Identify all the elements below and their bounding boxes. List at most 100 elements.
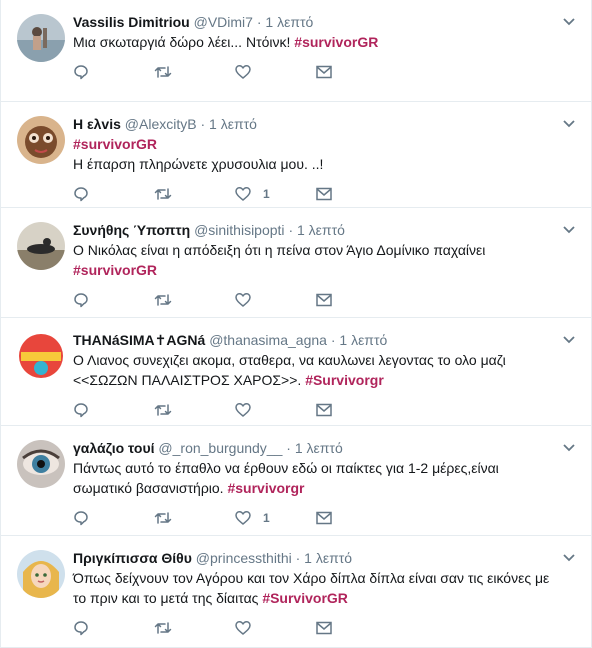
reply-button[interactable] (73, 290, 154, 310)
tweet[interactable]: Vassilis Dimitriou @VDimi7 · 1 λεπτό Μια… (1, 0, 591, 102)
envelope-icon (316, 403, 332, 417)
timestamp[interactable]: 1 λεπτό (304, 550, 352, 566)
like-button[interactable] (235, 62, 316, 82)
tweet-text: #survivorGR Η έπαρση πληρώνετε χρυσουλια… (73, 134, 559, 174)
reply-button[interactable] (73, 62, 154, 82)
direct-message-button[interactable] (316, 400, 397, 420)
tweet-header: Vassilis Dimitriou @VDimi7 · 1 λεπτό (73, 12, 559, 32)
separator: · (330, 332, 336, 348)
tweet-text-part: <<ΣΩΖΩΝ ΠΑΛΑΙΣΤΡΟΣ ΧΑΡΟΣ>>. (73, 372, 306, 388)
avatar[interactable] (17, 222, 65, 270)
retweet-icon (154, 404, 172, 416)
separator: · (288, 222, 294, 238)
timestamp[interactable]: 1 λεπτό (209, 116, 257, 132)
reply-button[interactable] (73, 400, 154, 420)
retweet-button[interactable] (154, 618, 235, 638)
retweet-icon (154, 66, 172, 78)
username[interactable]: @sinithisipopti (194, 222, 284, 238)
tweet[interactable]: Η ελvis @AlexcityB · 1 λεπτό #survivorGR… (1, 102, 591, 208)
tweet-text-part: Μια σκωταργιά δώρο λέει... Ντόινκ! (73, 34, 295, 50)
display-name[interactable]: THANáSIMA✝AGNá (73, 332, 205, 348)
avatar[interactable] (17, 550, 65, 598)
username[interactable]: @_ron_burgundy__ (158, 440, 282, 456)
tweet-text-part: Ο Νικόλας είναι η απόδειξη ότι η πείνα σ… (73, 242, 486, 258)
timestamp[interactable]: 1 λεπτό (295, 440, 343, 456)
like-button[interactable] (235, 618, 316, 638)
direct-message-button[interactable] (316, 184, 397, 204)
username[interactable]: @thanasima_agna (209, 332, 327, 348)
display-name[interactable]: Πριγκίπισσα Θίθυ (73, 550, 192, 566)
hashtag-link[interactable]: #Survivorgr (305, 372, 384, 388)
retweet-button[interactable] (154, 290, 235, 310)
tweet-header: Πριγκίπισσα Θίθυ @princessthithi · 1 λεπ… (73, 548, 559, 568)
retweet-button[interactable] (154, 184, 235, 204)
reply-button[interactable] (73, 508, 154, 528)
reply-button[interactable] (73, 618, 154, 638)
reply-button[interactable] (73, 184, 154, 204)
like-button[interactable]: 1 (235, 508, 316, 528)
chevron-down-icon[interactable] (561, 14, 577, 30)
hashtag-link[interactable]: #survivorGR (294, 34, 378, 50)
chevron-down-icon[interactable] (561, 116, 577, 132)
like-button[interactable] (235, 400, 316, 420)
username[interactable]: @VDimi7 (194, 14, 253, 30)
tweet-text: Ο Λιανος συνεχιζει ακομα, σταθερα, να κα… (73, 350, 559, 390)
tweet-actions: 1 (73, 498, 559, 538)
envelope-icon (316, 65, 332, 79)
timestamp[interactable]: 1 λεπτό (297, 222, 345, 238)
like-button[interactable] (235, 290, 316, 310)
chevron-down-icon[interactable] (561, 222, 577, 238)
retweet-icon (154, 188, 172, 200)
hashtag-link[interactable]: #SurvivorGR (262, 590, 348, 606)
tweet-text: Μια σκωταργιά δώρο λέει... Ντόινκ! #surv… (73, 32, 559, 52)
avatar[interactable] (17, 332, 65, 380)
tweet-header: Η ελvis @AlexcityB · 1 λεπτό (73, 114, 559, 134)
username[interactable]: @princessthithi (196, 550, 292, 566)
retweet-button[interactable] (154, 62, 235, 82)
tweet[interactable]: THANáSIMA✝AGNá @thanasima_agna · 1 λεπτό… (1, 318, 591, 426)
hashtag-link[interactable]: #survivorGR (73, 136, 157, 152)
retweet-button[interactable] (154, 508, 235, 528)
timestamp[interactable]: 1 λεπτό (339, 332, 387, 348)
separator: · (256, 14, 262, 30)
tweet-text-part: Ο Λιανος συνεχιζει ακομα, σταθερα, να κα… (73, 352, 506, 368)
tweet-actions (73, 390, 559, 430)
reply-icon (74, 187, 88, 202)
chevron-down-icon[interactable] (561, 332, 577, 348)
tweet[interactable]: γαλάζιο τουί @_ron_burgundy__ · 1 λεπτό … (1, 426, 591, 536)
hashtag-link[interactable]: #survivorgr (227, 480, 304, 496)
avatar[interactable] (17, 116, 65, 164)
retweet-button[interactable] (154, 400, 235, 420)
tweet-text: Ο Νικόλας είναι η απόδειξη ότι η πείνα σ… (73, 240, 559, 280)
reply-icon (74, 403, 88, 418)
display-name[interactable]: Vassilis Dimitriou (73, 14, 190, 30)
direct-message-button[interactable] (316, 62, 397, 82)
tweet-text-part: Πάντως αυτό το έπαθλο να έρθουν εδώ οι π… (73, 460, 499, 476)
reply-icon (74, 621, 88, 636)
display-name[interactable]: γαλάζιο τουί (73, 440, 155, 456)
username[interactable]: @AlexcityB (125, 116, 197, 132)
direct-message-button[interactable] (316, 508, 397, 528)
direct-message-button[interactable] (316, 290, 397, 310)
display-name[interactable]: Συνήθης Ύποπτη (73, 222, 190, 238)
like-count: 1 (263, 511, 270, 525)
envelope-icon (316, 187, 332, 201)
chevron-down-icon[interactable] (561, 440, 577, 456)
display-name[interactable]: Η ελvis (73, 116, 121, 132)
tweet-header: γαλάζιο τουί @_ron_burgundy__ · 1 λεπτό (73, 438, 559, 458)
tweet[interactable]: Πριγκίπισσα Θίθυ @princessthithi · 1 λεπ… (1, 536, 591, 648)
reply-icon (74, 511, 88, 526)
hashtag-link[interactable]: #survivorGR (73, 262, 157, 278)
chevron-down-icon[interactable] (561, 550, 577, 566)
like-button[interactable]: 1 (235, 184, 316, 204)
tweet[interactable]: Συνήθης Ύποπτη @sinithisipopti · 1 λεπτό… (1, 208, 591, 318)
tweet-actions (73, 608, 559, 648)
tweet-text-part: το πριν και το μετά της δίαιτας (73, 590, 263, 606)
tweet-text: Πάντως αυτό το έπαθλο να έρθουν εδώ οι π… (73, 458, 559, 498)
avatar[interactable] (17, 14, 65, 62)
tweet-text-part: Η έπαρση πληρώνετε χρυσουλια μου. ..! (73, 156, 324, 172)
direct-message-button[interactable] (316, 618, 397, 638)
timestamp[interactable]: 1 λεπτό (265, 14, 313, 30)
avatar[interactable] (17, 440, 65, 488)
tweet-text-part: Όπως δείχνουν τον Αγόρου και τον Χάρο δί… (73, 570, 550, 586)
